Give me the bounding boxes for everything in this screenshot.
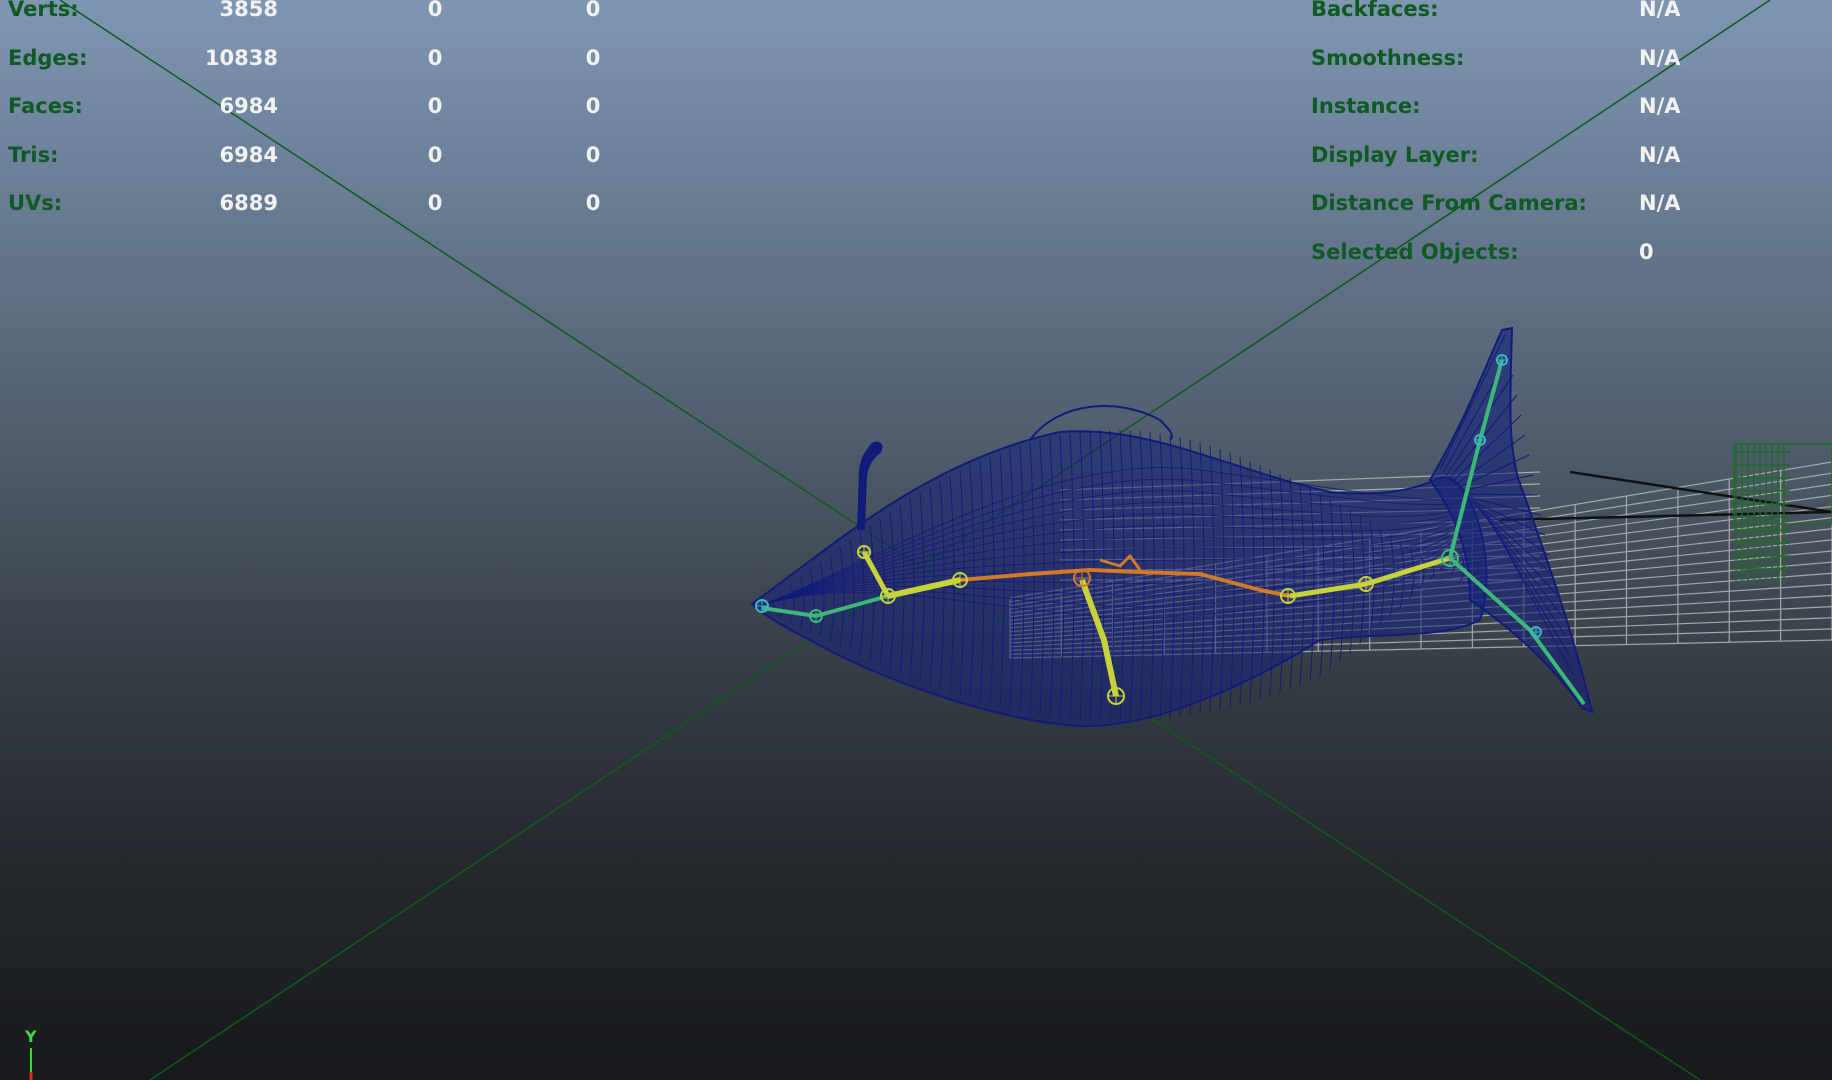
stat-selected-value: 0: [427, 143, 443, 167]
fish-mesh-wireframe[interactable]: [750, 326, 1594, 728]
stat-component-value: 0: [585, 94, 601, 118]
stat-label: Tris:: [8, 143, 59, 167]
stat-value: 6984: [219, 94, 278, 118]
stat-label: Verts:: [8, 0, 79, 21]
stat-label: Edges:: [8, 46, 88, 70]
object-info-label: Smoothness:: [1311, 46, 1465, 70]
object-info-value: N/A: [1639, 46, 1681, 70]
stat-label: Faces:: [8, 94, 83, 118]
tail-fin: [1428, 326, 1594, 714]
object-info-value: N/A: [1639, 0, 1681, 21]
stat-component-value: 0: [585, 46, 601, 70]
stat-component-value: 0: [585, 143, 601, 167]
floor-axis-lines: [1499, 470, 1832, 522]
axis-y-label: Y: [25, 1027, 37, 1046]
stat-selected-value: 0: [427, 0, 443, 21]
floor-line-a: [1569, 470, 1832, 514]
stat-selected-value: 0: [427, 46, 443, 70]
object-info-label: Distance From Camera:: [1311, 191, 1587, 215]
object-info-label: Instance:: [1311, 94, 1421, 118]
object-info-value: 0: [1639, 240, 1654, 264]
maya-perspective-viewport[interactable]: Verts: 3858 0 0 Edges: 10838 0 0 Faces: 6984 0 0 Tri…: [0, 0, 1832, 1080]
object-info-value: N/A: [1639, 191, 1681, 215]
stat-component-value: 0: [585, 0, 601, 21]
stat-value: 10838: [204, 46, 278, 70]
stat-selected-value: 0: [427, 191, 443, 215]
object-info-label: Selected Objects:: [1311, 240, 1519, 264]
stat-component-value: 0: [585, 191, 601, 215]
object-info-label: Display Layer:: [1311, 143, 1479, 167]
stat-value: 3858: [219, 0, 278, 21]
object-info-value: N/A: [1639, 143, 1681, 167]
object-info-label: Backfaces:: [1311, 0, 1439, 21]
stat-value: 6984: [219, 143, 278, 167]
object-info-value: N/A: [1639, 94, 1681, 118]
stat-label: UVs:: [8, 191, 63, 215]
stat-selected-value: 0: [427, 94, 443, 118]
stat-value: 6889: [219, 191, 278, 215]
